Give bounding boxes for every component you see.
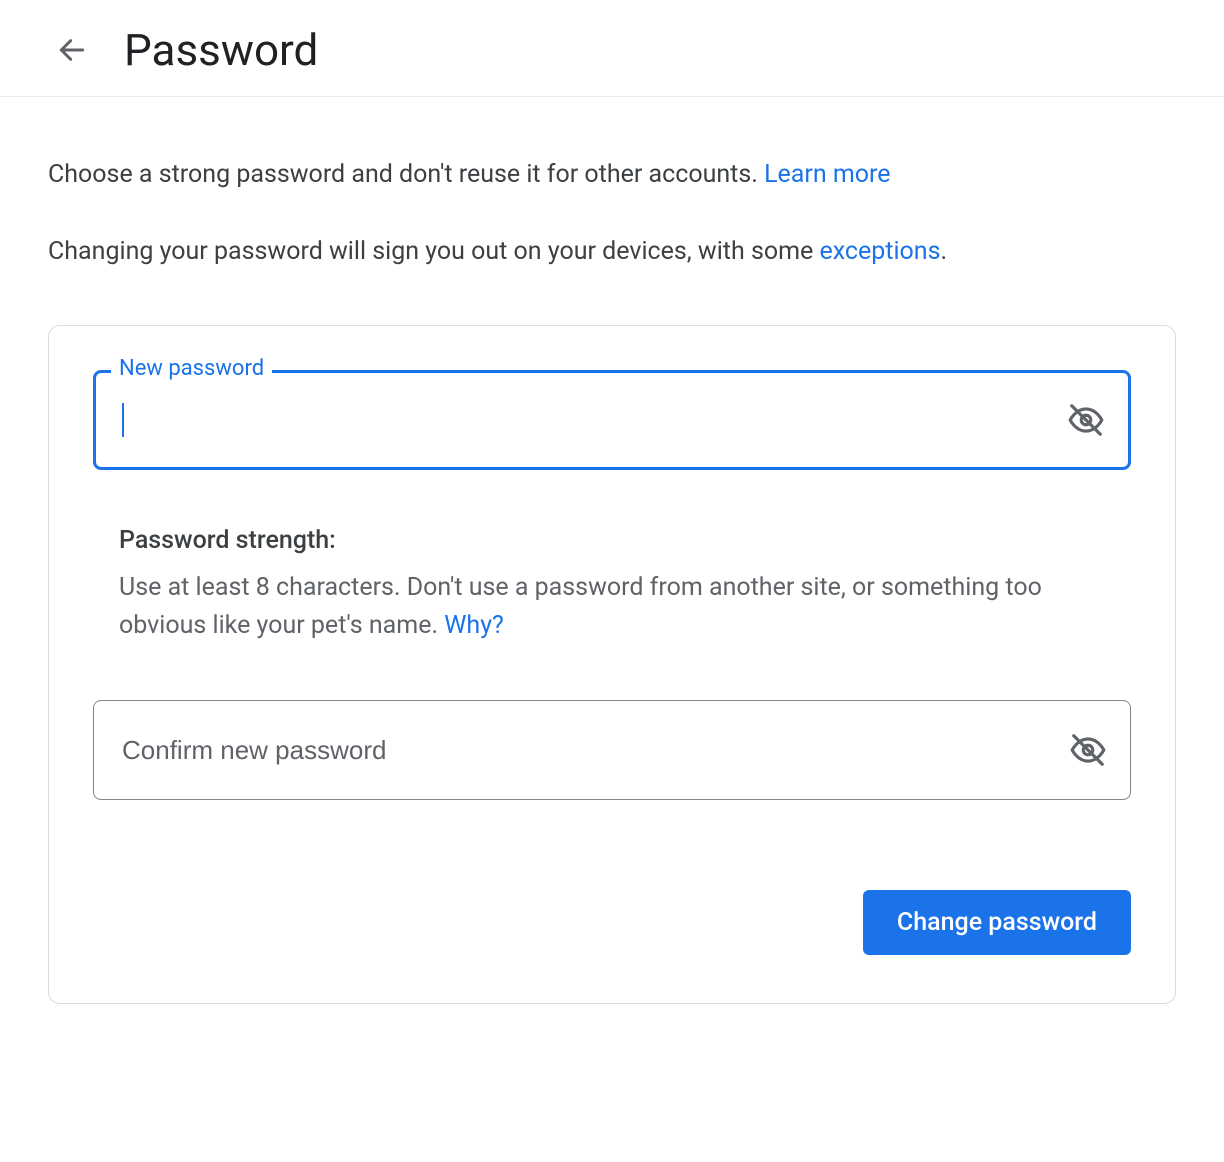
eye-off-icon — [1067, 401, 1105, 439]
strength-desc: Use at least 8 characters. Don't use a p… — [119, 569, 1105, 644]
confirm-password-input[interactable] — [120, 734, 1060, 767]
new-password-label: New password — [111, 356, 272, 381]
strength-title: Password strength: — [119, 526, 1105, 555]
new-password-field-wrap: New password — [93, 370, 1131, 470]
why-link[interactable]: Why? — [444, 611, 504, 640]
actions-row: Change password — [93, 890, 1131, 955]
eye-off-icon — [1069, 731, 1107, 769]
strength-block: Password strength: Use at least 8 charac… — [93, 526, 1131, 644]
intro-line-2: Changing your password will sign you out… — [48, 234, 1176, 269]
page-title: Password — [124, 24, 318, 76]
new-password-input-box — [93, 370, 1131, 470]
learn-more-link[interactable]: Learn more — [764, 160, 890, 189]
back-button[interactable] — [48, 26, 96, 74]
exceptions-link[interactable]: exceptions — [819, 237, 940, 266]
page-header: Password — [0, 0, 1224, 97]
intro-line-2-text-b: . — [941, 237, 948, 266]
new-password-input[interactable] — [124, 404, 1058, 437]
intro-line-2-text-a: Changing your password will sign you out… — [48, 237, 819, 266]
toggle-visibility-new-button[interactable] — [1062, 396, 1110, 444]
change-password-button[interactable]: Change password — [863, 890, 1131, 955]
intro-line-1: Choose a strong password and don't reuse… — [48, 157, 1176, 192]
intro-line-1-text: Choose a strong password and don't reuse… — [48, 160, 764, 189]
strength-desc-text: Use at least 8 characters. Don't use a p… — [119, 573, 1042, 640]
toggle-visibility-confirm-button[interactable] — [1064, 726, 1112, 774]
confirm-password-input-box — [93, 700, 1131, 800]
password-card: New password Password strength: Use at l… — [48, 325, 1176, 1004]
content: Choose a strong password and don't reuse… — [0, 97, 1224, 1052]
arrow-left-icon — [56, 34, 88, 66]
confirm-password-field-wrap — [93, 700, 1131, 800]
